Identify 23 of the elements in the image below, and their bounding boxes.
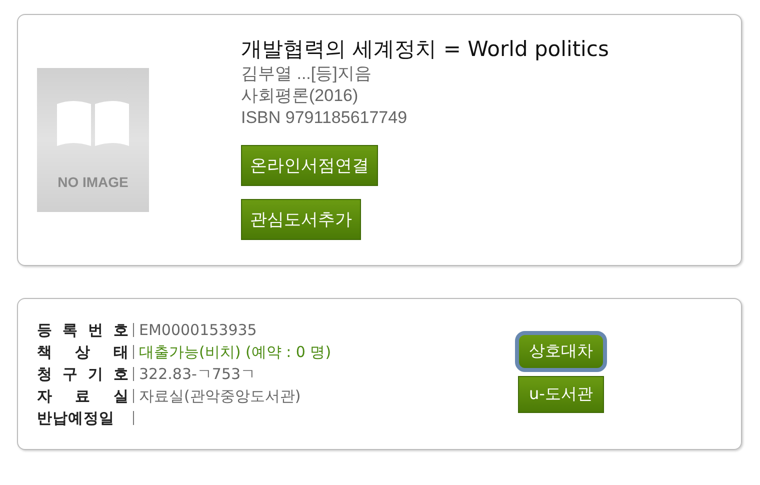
book-title: 개발협력의 세계정치 = World politics — [241, 36, 609, 63]
no-image-text: NO IMAGE — [58, 174, 128, 190]
u-library-button[interactable]: u-도서관 — [518, 376, 604, 413]
online-bookstore-button[interactable]: 온라인서점연결 — [241, 145, 378, 186]
field-value: 자료실(관악중앙도서관) — [139, 386, 301, 406]
field-label: 반납예정일 — [37, 408, 116, 428]
separator-bar — [133, 323, 134, 337]
separator-bar — [133, 367, 134, 381]
field-value: 322.83-ㄱ753ㄱ — [139, 364, 256, 384]
separator-bar — [133, 411, 134, 425]
field-label: 책 상 태 — [37, 342, 129, 362]
field-label: 등 록 번 호 — [37, 320, 129, 340]
field-value: 대출가능(비치) (예약 : 0 명) — [139, 342, 332, 362]
book-isbn: ISBN 9791185617749 — [241, 107, 408, 129]
field-value: EM0000153935 — [139, 321, 257, 339]
book-publisher: 사회평론(2016) — [241, 85, 360, 107]
interlibrary-loan-button[interactable]: 상호대차 — [515, 331, 607, 372]
field-label: 자 료 실 — [37, 386, 129, 406]
book-author: 김부열 ...[등]지음 — [241, 63, 372, 85]
separator-bar — [133, 345, 134, 359]
separator-bar — [133, 389, 134, 403]
add-to-favorites-button[interactable]: 관심도서추가 — [241, 199, 361, 240]
field-label: 청 구 기 호 — [37, 364, 129, 384]
